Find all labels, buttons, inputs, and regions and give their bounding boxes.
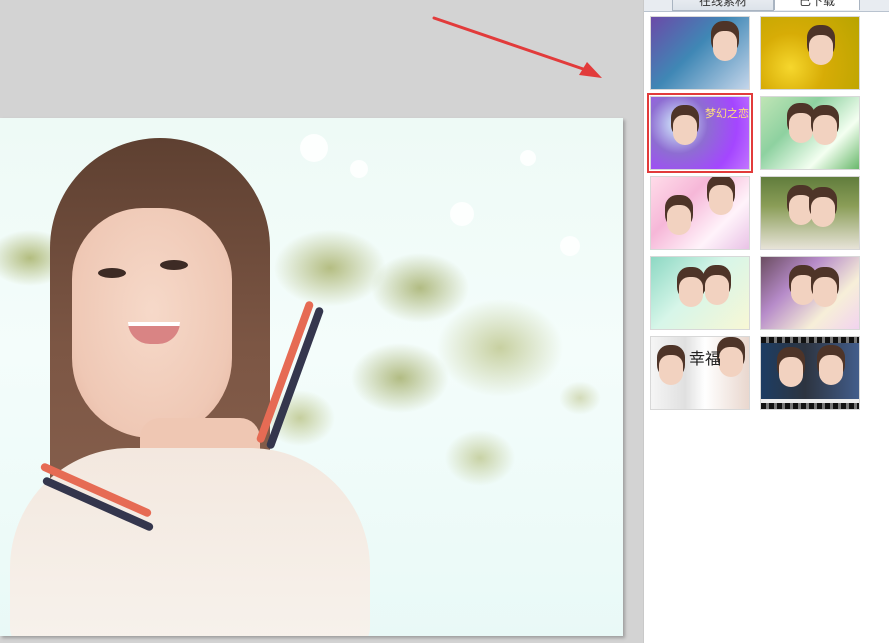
template-thumbnail[interactable] [760, 16, 860, 90]
thumbnail-portrait [813, 115, 837, 145]
template-thumbnail[interactable] [650, 256, 750, 330]
thumbnail-portrait [789, 113, 813, 143]
template-thumbnail[interactable]: 幸福 [650, 336, 750, 410]
tab-online-materials-label: 在线素材 [698, 0, 747, 8]
bokeh-light [560, 236, 580, 256]
thumbnail-portrait [705, 275, 729, 305]
tab-downloaded-label: 已下载 [798, 0, 835, 8]
thumbnail-caption: 梦幻之恋 [705, 107, 749, 120]
photo-canvas[interactable] [0, 118, 623, 636]
bokeh-light [520, 150, 536, 166]
template-thumbnail[interactable] [650, 16, 750, 90]
thumbnail-caption: 幸福 [689, 349, 722, 368]
thumbnail-portrait [789, 195, 813, 225]
thumbnail-art [651, 177, 749, 249]
portrait-eye-left [98, 268, 126, 278]
thumbnail-portrait [813, 277, 837, 307]
tab-strip: 在线素材 已下载 [644, 0, 889, 12]
thumbnail-portrait [679, 277, 703, 307]
template-thumbnail[interactable] [760, 256, 860, 330]
dress-stripe [265, 306, 325, 450]
portrait-eye-right [160, 260, 188, 270]
bokeh-light [450, 202, 474, 226]
thumbnail-portrait [673, 115, 697, 145]
thumbnail-portrait [811, 197, 835, 227]
thumbnail-portrait [791, 275, 815, 305]
template-thumbnail[interactable] [760, 336, 860, 410]
thumbnail-portrait [719, 347, 743, 377]
tab-online-materials[interactable]: 在线素材 [672, 0, 774, 11]
thumbnail-portrait [809, 35, 833, 65]
workspace-area [0, 0, 643, 643]
film-strip-bottom [761, 403, 859, 409]
tab-downloaded[interactable]: 已下载 [774, 0, 860, 10]
template-thumbnail[interactable] [760, 96, 860, 170]
thumbnail-portrait [667, 205, 691, 235]
material-panel: 在线素材 已下载 梦幻之恋 幸福 [643, 0, 889, 643]
thumbnail-portrait [713, 31, 737, 61]
template-thumbnail[interactable] [760, 176, 860, 250]
thumbnail-art [761, 343, 859, 399]
red-arrow-icon [432, 16, 602, 78]
thumbnail-portrait [659, 355, 683, 385]
bokeh-light [350, 160, 368, 178]
thumbnail-portrait [819, 355, 843, 385]
template-thumbnail-selected[interactable]: 梦幻之恋 [647, 93, 753, 173]
thumbnail-portrait [779, 357, 803, 387]
template-thumbnail[interactable] [650, 176, 750, 250]
bokeh-light [300, 134, 328, 162]
thumbnail-portrait [709, 185, 733, 215]
